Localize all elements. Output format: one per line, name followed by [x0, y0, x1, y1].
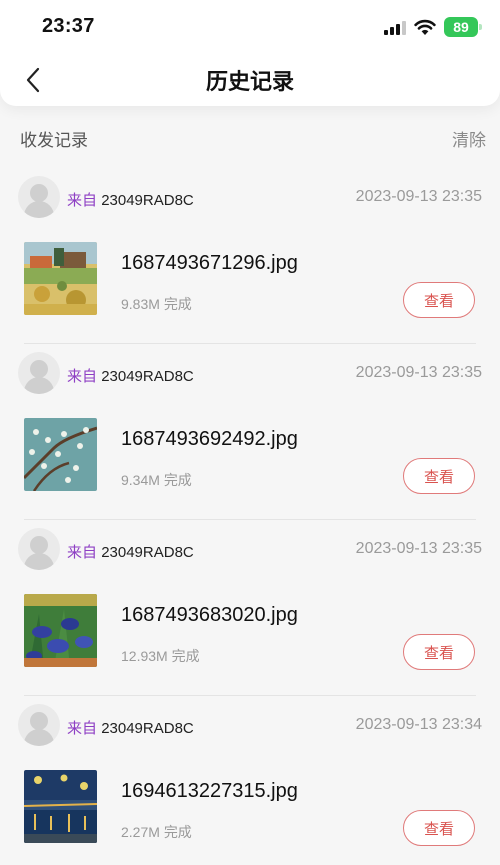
file-size: 9.83M	[121, 296, 160, 312]
file-name: 1687493683020.jpg	[121, 604, 298, 626]
view-button[interactable]: 查看	[403, 282, 475, 318]
file-name: 1694613227315.jpg	[121, 780, 298, 802]
file-thumbnail[interactable]	[24, 770, 97, 843]
view-button[interactable]: 查看	[403, 458, 475, 494]
divider	[24, 519, 476, 520]
clear-button[interactable]: 清除	[452, 126, 486, 151]
wifi-icon	[414, 19, 436, 35]
cellular-signal-icon	[384, 19, 406, 35]
file-thumbnail[interactable]	[24, 242, 97, 315]
transfer-status: 完成	[163, 296, 192, 312]
status-time: 23:37	[42, 15, 95, 37]
divider	[24, 695, 476, 696]
file-meta: 9.83M 完成	[121, 294, 192, 314]
transfer-status: 完成	[163, 824, 192, 840]
file-meta: 9.34M 完成	[121, 470, 192, 490]
timestamp: 2023-09-13 23:35	[355, 364, 482, 381]
sender-line: 来自 23049RAD8C	[67, 189, 194, 210]
timestamp: 2023-09-13 23:34	[355, 716, 482, 733]
from-prefix: 来自	[67, 544, 98, 561]
avatar	[18, 176, 60, 218]
page-title: 历史记录	[205, 69, 294, 94]
status-icons: 89	[384, 16, 482, 38]
file-meta: 2.27M 完成	[121, 822, 192, 842]
timestamp: 2023-09-13 23:35	[355, 188, 482, 205]
record-item: 来自 23049RAD8C 2023-09-13 23:34 169461322…	[0, 700, 500, 865]
record-item: 来自 23049RAD8C 2023-09-13 23:35 168749368…	[0, 524, 500, 700]
avatar	[18, 704, 60, 746]
timestamp: 2023-09-13 23:35	[355, 540, 482, 557]
device-name: 23049RAD8C	[101, 544, 194, 561]
file-thumbnail[interactable]	[24, 594, 97, 667]
divider	[24, 343, 476, 344]
sender-line: 来自 23049RAD8C	[67, 717, 194, 738]
file-meta: 12.93M 完成	[121, 646, 200, 666]
file-size: 12.93M	[121, 648, 168, 664]
battery-level: 89	[453, 19, 469, 35]
view-button[interactable]: 查看	[403, 810, 475, 846]
top-bar: 23:37 89 历史记录	[0, 0, 500, 106]
record-item: 来自 23049RAD8C 2023-09-13 23:35 168749369…	[0, 348, 500, 524]
avatar	[18, 528, 60, 570]
from-prefix: 来自	[67, 192, 98, 209]
transfer-status: 完成	[171, 648, 200, 664]
sender-line: 来自 23049RAD8C	[67, 365, 194, 386]
file-size: 9.34M	[121, 472, 160, 488]
file-size: 2.27M	[121, 824, 160, 840]
record-item: 来自 23049RAD8C 2023-09-13 23:35 168749367…	[0, 172, 500, 348]
file-name: 1687493671296.jpg	[121, 252, 298, 274]
section-label: 收发记录	[20, 131, 88, 150]
from-prefix: 来自	[67, 720, 98, 737]
from-prefix: 来自	[67, 368, 98, 385]
device-name: 23049RAD8C	[101, 720, 194, 737]
view-button[interactable]: 查看	[403, 634, 475, 670]
device-name: 23049RAD8C	[101, 192, 194, 209]
transfer-status: 完成	[163, 472, 192, 488]
device-name: 23049RAD8C	[101, 368, 194, 385]
battery-icon: 89	[444, 17, 482, 37]
file-thumbnail[interactable]	[24, 418, 97, 491]
sender-line: 来自 23049RAD8C	[67, 541, 194, 562]
avatar	[18, 352, 60, 394]
file-name: 1687493692492.jpg	[121, 428, 298, 450]
